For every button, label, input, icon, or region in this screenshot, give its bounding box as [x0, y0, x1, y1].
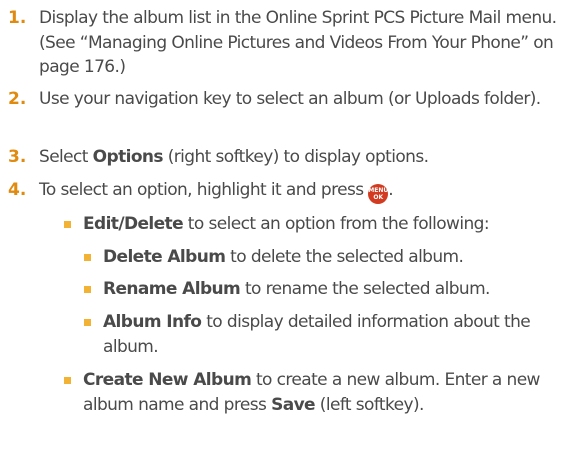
option-desc: to delete the selected album. [225, 247, 464, 267]
save-label: Save [271, 394, 316, 415]
manual-page: 1. Display the album list in the Online … [0, 0, 573, 462]
option-text: Album Info to display detailed informati… [103, 310, 569, 359]
step-suffix: (right softkey) to display options. [162, 147, 429, 167]
option-text: Delete Album to delete the selected albu… [103, 245, 569, 270]
option-edit-delete: Edit/Delete to select an option from the… [64, 212, 569, 237]
option-text: Create New Album to create a new album. … [83, 368, 569, 417]
option-delete-album: Delete Album to delete the selected albu… [84, 245, 569, 270]
step-1: 1. Display the album list in the Online … [8, 6, 568, 80]
option-create-new-album: Create New Album to create a new album. … [64, 368, 569, 417]
step-text: Select Options (right softkey) to displa… [39, 145, 568, 170]
bullet-icon [84, 254, 91, 261]
step-text: Display the album list in the Online Spr… [39, 8, 557, 77]
step-2: 2. Use your navigation key to select an … [8, 87, 568, 112]
option-name: Album Info [103, 312, 202, 332]
bullet-icon [84, 319, 91, 326]
key-line-1: MENU [368, 187, 389, 194]
key-line-2: OK [373, 194, 384, 201]
options-label: Options [92, 147, 164, 167]
step-number: 2. [8, 89, 27, 109]
step-number: 3. [8, 147, 27, 167]
bullet-icon [64, 377, 71, 384]
option-rename-album: Rename Album to rename the selected albu… [84, 277, 569, 302]
menu-ok-key-icon: MENU OK [368, 184, 389, 204]
option-text: Edit/Delete to select an option from the… [83, 212, 569, 237]
step-4: 4. To select an option, highlight it and… [8, 178, 568, 204]
option-text: Rename Album to rename the selected albu… [103, 277, 569, 302]
option-name: Create New Album [83, 370, 252, 390]
option-desc: to rename the selected album. [240, 279, 491, 299]
option-name: Delete Album [103, 247, 226, 267]
option-name: Edit/Delete [83, 214, 184, 234]
bullet-icon [84, 286, 91, 293]
bullet-icon [64, 221, 71, 228]
option-desc-end: (left softkey). [315, 394, 425, 415]
option-desc: to select an option from the following: [183, 214, 490, 234]
step-prefix: Select [39, 147, 93, 167]
step-suffix: . [388, 180, 394, 200]
step-text: To select an option, highlight it and pr… [39, 178, 568, 204]
step-number: 1. [8, 8, 27, 28]
step-number: 4. [8, 180, 27, 200]
step-3: 3. Select Options (right softkey) to dis… [8, 145, 568, 170]
step-text-main: To select an option, highlight it and pr… [39, 180, 369, 200]
option-album-info: Album Info to display detailed informati… [84, 310, 569, 359]
option-name: Rename Album [103, 279, 241, 299]
step-text: Use your navigation key to select an alb… [39, 89, 541, 109]
